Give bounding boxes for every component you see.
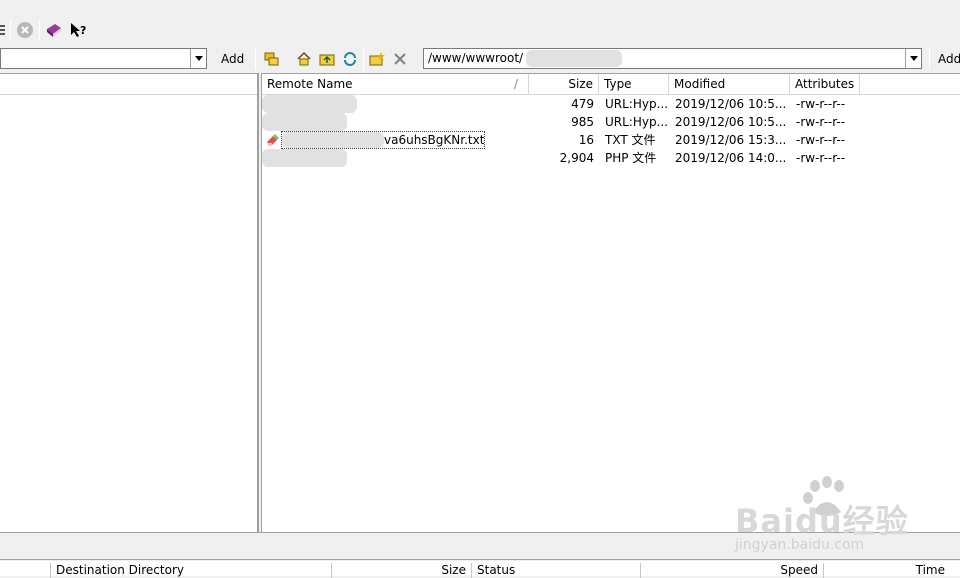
svg-text:?: ? bbox=[80, 24, 86, 37]
file-modified: 2019/12/06 15:3... bbox=[675, 133, 787, 147]
file-type: TXT 文件 bbox=[605, 133, 656, 147]
remote-add-button[interactable]: Add bbox=[934, 48, 960, 69]
table-row[interactable]: va6uhsBgKNr.txt 16 TXT 文件 2019/12/06 15:… bbox=[262, 131, 960, 149]
file-attributes: -rw-r--r-- bbox=[796, 151, 846, 165]
up-folder-icon[interactable] bbox=[317, 49, 337, 69]
toolbar-separator bbox=[363, 49, 364, 71]
home-icon[interactable] bbox=[294, 49, 314, 69]
baidu-watermark: Baidu经验 jingyan.baidu.com bbox=[735, 474, 915, 554]
local-add-button[interactable]: Add bbox=[217, 48, 248, 69]
toolbar-separator bbox=[39, 19, 40, 41]
address-bar-row: Add /www/wwwroot/ Add bbox=[0, 46, 960, 72]
local-column-header bbox=[0, 74, 257, 95]
redacted-path bbox=[526, 50, 622, 67]
column-modified[interactable]: Modified bbox=[669, 74, 790, 95]
file-size: 985 bbox=[571, 115, 594, 129]
file-size: 16 bbox=[578, 133, 594, 147]
column-type[interactable]: Type bbox=[599, 74, 669, 95]
local-path-combobox[interactable] bbox=[0, 48, 207, 69]
file-modified: 2019/12/06 10:5... bbox=[675, 97, 787, 111]
new-folder-icon[interactable] bbox=[367, 49, 387, 69]
file-name: va6uhsBgKNr.txt bbox=[384, 133, 485, 147]
book-icon[interactable] bbox=[44, 20, 64, 40]
file-modified: 2019/12/06 14:0... bbox=[675, 151, 787, 165]
column-attributes[interactable]: Attributes bbox=[790, 74, 860, 95]
chevron-down-icon[interactable] bbox=[190, 49, 206, 68]
file-type: URL:Hyp... bbox=[605, 115, 667, 129]
file-size: 479 bbox=[571, 97, 594, 111]
redacted-filename bbox=[262, 149, 347, 167]
file-attributes: -rw-r--r-- bbox=[796, 115, 846, 129]
main-toolbar: ? bbox=[0, 0, 960, 46]
redacted-filename bbox=[262, 95, 357, 113]
column-remote-name-label: Remote Name bbox=[267, 77, 353, 91]
local-file-pane[interactable] bbox=[0, 73, 259, 532]
list-icon[interactable] bbox=[0, 20, 6, 40]
stop-icon[interactable] bbox=[15, 20, 35, 40]
file-size: 2,904 bbox=[559, 151, 594, 165]
watermark-url: jingyan.baidu.com bbox=[735, 537, 865, 553]
toolbar-separator bbox=[929, 48, 930, 70]
table-row[interactable]: 2,904 PHP 文件 2019/12/06 14:0... -rw-r--r… bbox=[262, 149, 960, 167]
sort-indicator: / bbox=[513, 77, 518, 91]
file-type: PHP 文件 bbox=[605, 151, 657, 165]
chevron-down-icon[interactable] bbox=[905, 49, 921, 68]
remote-path-text: /www/wwwroot/ bbox=[428, 51, 524, 65]
redacted-filename bbox=[282, 132, 384, 148]
queue-column-header: Destination Directory Size Status Speed … bbox=[0, 561, 960, 578]
toolbar-group: ? bbox=[0, 17, 88, 43]
remote-file-pane[interactable]: Remote Name / Size Type Modified Attribu… bbox=[261, 73, 960, 532]
folders-icon[interactable] bbox=[262, 49, 282, 69]
column-size[interactable]: Size bbox=[529, 74, 599, 95]
help-cursor-icon[interactable]: ? bbox=[68, 20, 88, 40]
file-attributes: -rw-r--r-- bbox=[796, 133, 846, 147]
file-type: URL:Hyp... bbox=[605, 97, 667, 111]
remote-column-header: Remote Name / Size Type Modified Attribu… bbox=[262, 74, 960, 95]
table-row[interactable]: 479 URL:Hyp... 2019/12/06 10:5... -rw-r-… bbox=[262, 95, 960, 113]
redacted-filename bbox=[262, 113, 347, 131]
remote-path-combobox[interactable]: /www/wwwroot/ bbox=[423, 48, 922, 69]
column-remote-name[interactable]: Remote Name / bbox=[262, 74, 529, 95]
table-row[interactable]: 985 URL:Hyp... 2019/12/06 10:5... -rw-r-… bbox=[262, 113, 960, 131]
refresh-icon[interactable] bbox=[340, 49, 360, 69]
remote-toolbar bbox=[262, 49, 410, 71]
toolbar-separator bbox=[255, 48, 256, 70]
toolbar-separator bbox=[10, 19, 11, 41]
delete-icon[interactable] bbox=[390, 49, 410, 69]
file-attributes: -rw-r--r-- bbox=[796, 97, 846, 111]
watermark-brand: Baidu经验 bbox=[735, 502, 909, 540]
file-modified: 2019/12/06 10:5... bbox=[675, 115, 787, 129]
